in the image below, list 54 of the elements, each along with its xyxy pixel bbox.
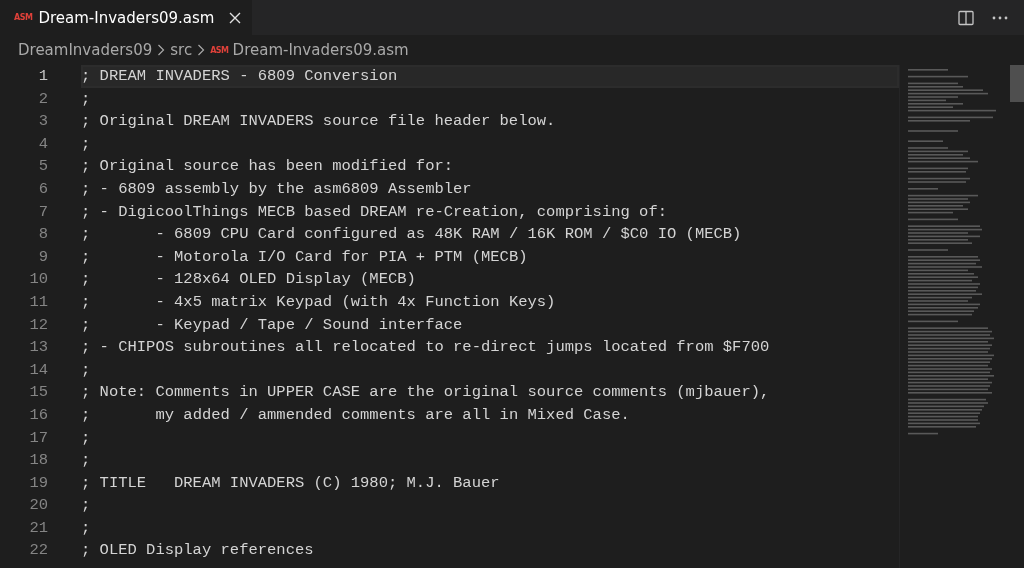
code-line: ; — [81, 133, 92, 155]
line-number: 2 — [37, 88, 48, 110]
line-number: 7 — [37, 201, 48, 223]
more-actions-icon[interactable] — [992, 15, 1008, 20]
code-line: ; — [81, 517, 92, 539]
breadcrumb-item[interactable]: src — [170, 41, 193, 59]
code-line: ; Original source has been modified for: — [81, 156, 455, 178]
code-line: ; Note: Comments in UPPER CASE are the original source comments (mjbauer), — [81, 382, 771, 404]
line-number: 13 — [28, 337, 48, 359]
code-line: ; — [81, 427, 92, 449]
code-line: ; my added / ammended comments are all in Mixed Case. — [81, 404, 631, 426]
line-number: 22 — [28, 540, 48, 562]
code-line: ; - Motorola I/O Card for PIA + PTM (MECB) — [81, 246, 529, 268]
scrollbar-thumb[interactable] — [1010, 65, 1024, 102]
code-line: ; - Keypad / Tape / Sound interface — [81, 314, 464, 336]
code-line: ; - 4x5 matrix Keypad (with 4x Function Keys) — [81, 291, 557, 313]
line-number: 8 — [37, 224, 48, 246]
line-number: 5 — [37, 156, 48, 178]
line-number: 14 — [28, 359, 48, 381]
file-type-label: ASM — [14, 13, 33, 22]
code-line: ; - 128x64 OLED Display (MECB) — [81, 269, 417, 291]
line-number: 10 — [28, 269, 48, 291]
line-number: 19 — [28, 472, 48, 494]
line-number: 20 — [28, 495, 48, 517]
line-number: 11 — [28, 291, 48, 313]
code-line: ; — [81, 359, 92, 381]
code-line: ; — [81, 88, 92, 110]
line-number: 17 — [28, 427, 48, 449]
code-line: ; TITLE DREAM INVADERS (C) 1980; M.J. Bauer — [81, 472, 501, 494]
code-line: ; - DigicoolThings MECB based DREAM re-Creation, comprising of: — [81, 201, 668, 223]
line-number: 16 — [28, 404, 48, 426]
line-number: 6 — [37, 178, 48, 200]
split-editor-icon[interactable] — [958, 9, 974, 26]
line-number: 1 — [37, 66, 48, 87]
line-number: 3 — [37, 111, 48, 133]
line-number: 9 — [37, 246, 48, 268]
editor-tab[interactable]: ASM Dream-Invaders09.asm — [0, 0, 253, 35]
code-line: ; OLED Display references — [81, 540, 315, 562]
close-icon[interactable] — [228, 10, 243, 25]
chevron-right-icon — [197, 44, 206, 56]
chevron-right-icon — [157, 44, 166, 56]
line-number: 12 — [28, 314, 48, 336]
breadcrumb-item[interactable]: ASM Dream-Invaders09.asm — [210, 41, 409, 59]
code-line: ; - 6809 CPU Card configured as 48K RAM / 16K ROM / $C0 IO (MECB) — [81, 224, 743, 246]
line-number: 21 — [28, 517, 48, 539]
line-number: 4 — [37, 133, 48, 155]
code-line: ; — [81, 495, 92, 517]
line-number: 15 — [28, 382, 48, 404]
code-line: ; — [81, 450, 92, 472]
breadcrumb-item[interactable]: DreamInvaders09 — [18, 41, 153, 59]
code-line: ; Original DREAM INVADERS source file header below. — [81, 111, 557, 133]
code-line: ; - CHIPOS subroutines all relocated to re-direct jumps located from $F700 — [81, 337, 771, 359]
line-number: 18 — [28, 450, 48, 472]
code-line: ; - 6809 assembly by the asm6809 Assembler — [81, 178, 473, 200]
